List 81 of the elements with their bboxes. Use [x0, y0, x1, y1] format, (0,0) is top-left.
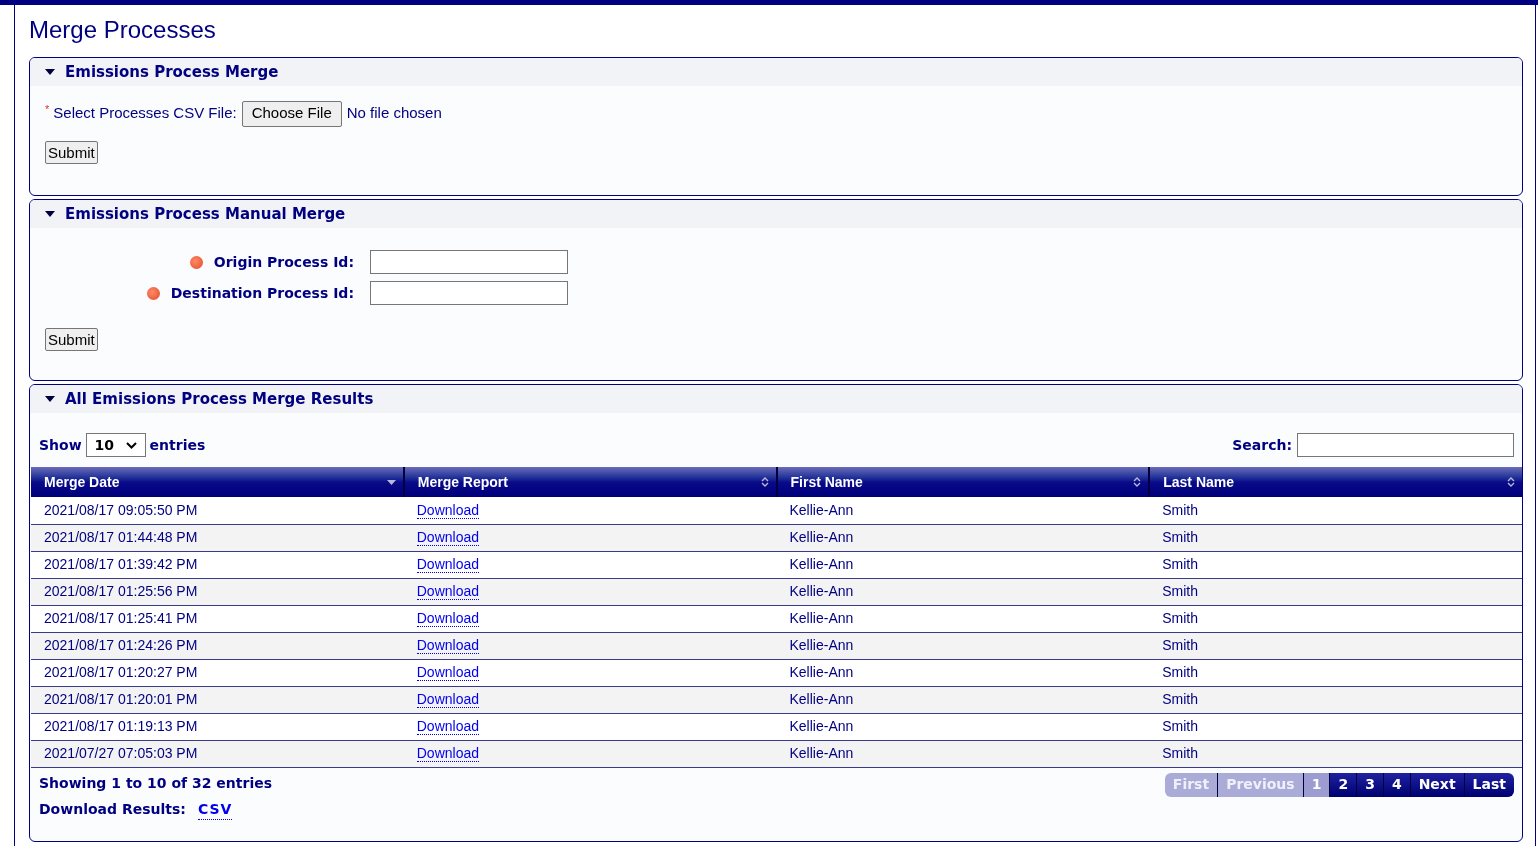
- table-cell: 2021/07/27 07:05:03 PM: [31, 740, 404, 767]
- table-cell: Kellie-Ann: [776, 686, 1150, 713]
- download-link[interactable]: Download: [416, 556, 479, 573]
- choose-file-button[interactable]: Choose File: [241, 100, 342, 127]
- table-cell: Smith: [1149, 524, 1522, 551]
- table-cell: 2021/08/17 01:39:42 PM: [31, 551, 404, 578]
- download-label: Download Results:: [39, 799, 186, 819]
- table-cell: 2021/08/17 01:24:26 PM: [31, 632, 404, 659]
- table-cell: Kellie-Ann: [776, 605, 1150, 632]
- section-title: Emissions Process Merge: [65, 61, 279, 83]
- section-header[interactable]: Emissions Process Merge: [30, 58, 1522, 86]
- section-header[interactable]: All Emissions Process Merge Results: [30, 385, 1522, 413]
- table-cell: Kellie-Ann: [776, 713, 1150, 740]
- page-button[interactable]: Next: [1410, 772, 1465, 797]
- page-size-select[interactable]: 10: [85, 433, 146, 457]
- field-label: $^{*}$ Select Processes CSV File:: [45, 102, 237, 124]
- submit-button[interactable]: Submit: [45, 141, 98, 164]
- download-link[interactable]: Download: [416, 610, 479, 627]
- csv-link[interactable]: CSV: [197, 798, 233, 820]
- table-cell: 2021/08/17 01:44:48 PM: [31, 524, 404, 551]
- table-cell: Kellie-Ann: [776, 578, 1150, 605]
- download-link[interactable]: Download: [416, 691, 479, 708]
- table-cell: Smith: [1149, 740, 1522, 767]
- sort-desc-icon: [386, 479, 396, 485]
- sort-icon: [1133, 476, 1142, 488]
- page-title: Merge Processes: [29, 15, 217, 45]
- table-cell: 2021/08/17 01:20:27 PM: [31, 659, 404, 686]
- section-header[interactable]: Emissions Process Manual Merge: [30, 200, 1522, 228]
- table-cell: 2021/08/17 01:25:41 PM: [31, 605, 404, 632]
- page-button[interactable]: 3: [1357, 772, 1384, 797]
- field-label: Destination Process Id:: [170, 283, 354, 303]
- section-title: All Emissions Process Merge Results: [65, 388, 374, 410]
- table-cell: Smith: [1149, 551, 1522, 578]
- table-cell: Smith: [1149, 659, 1522, 686]
- table-cell: Smith: [1149, 605, 1522, 632]
- table-cell: Smith: [1149, 497, 1522, 524]
- table-cell: Kellie-Ann: [776, 497, 1150, 524]
- sort-icon: [1507, 476, 1515, 488]
- download-link[interactable]: Download: [416, 529, 479, 546]
- text-input[interactable]: [370, 250, 568, 274]
- sort-icon: [760, 476, 769, 488]
- table-cell: 2021/08/17 01:19:13 PM: [31, 713, 404, 740]
- download-link[interactable]: Download: [416, 718, 479, 735]
- search-field[interactable]: [1297, 433, 1514, 457]
- download-link[interactable]: Download: [416, 637, 479, 654]
- table-cell: Kellie-Ann: [776, 524, 1150, 551]
- field-label: Origin Process Id:: [213, 252, 354, 272]
- page-button[interactable]: 2: [1330, 772, 1358, 797]
- search-label: Search:: [1232, 435, 1292, 455]
- show-label: Show: [39, 435, 82, 455]
- download-link[interactable]: Download: [416, 745, 479, 762]
- download-link[interactable]: Download: [416, 501, 479, 519]
- column-header[interactable]: First Name: [776, 467, 1150, 497]
- table-cell: Smith: [1149, 632, 1522, 659]
- entries-label: entries: [149, 435, 206, 455]
- table-cell: Smith: [1149, 713, 1522, 740]
- table-cell: Kellie-Ann: [776, 659, 1150, 686]
- column-header[interactable]: Last Name: [1149, 467, 1522, 497]
- section-title: Emissions Process Manual Merge: [65, 203, 346, 225]
- caret-icon: [45, 211, 55, 217]
- column-header[interactable]: Merge Date: [31, 467, 404, 497]
- download-link[interactable]: Download: [416, 583, 479, 600]
- table-cell: 2021/08/17 01:20:01 PM: [31, 686, 404, 713]
- table-cell: 2021/08/17 09:05:50 PM: [31, 497, 404, 524]
- column-header[interactable]: Merge Report: [403, 467, 777, 497]
- caret-icon: [45, 69, 55, 75]
- table-cell: Smith: [1149, 686, 1522, 713]
- file-status: No file chosen: [346, 103, 442, 124]
- page-button[interactable]: Last: [1464, 772, 1514, 797]
- text-input[interactable]: [370, 281, 568, 305]
- entries-info: Showing 1 to 10 of 32 entries: [39, 773, 273, 793]
- table-cell: Smith: [1149, 578, 1522, 605]
- caret-icon: [45, 396, 55, 402]
- page-button[interactable]: 4: [1383, 772, 1411, 797]
- table-cell: Kellie-Ann: [776, 632, 1150, 659]
- download-link[interactable]: Download: [416, 664, 479, 681]
- table-cell: 2021/08/17 01:25:56 PM: [31, 578, 404, 605]
- chevron-icon: [125, 441, 137, 449]
- table-cell: Kellie-Ann: [776, 551, 1150, 578]
- submit-button[interactable]: Submit: [45, 328, 98, 351]
- table-cell: Kellie-Ann: [776, 740, 1150, 767]
